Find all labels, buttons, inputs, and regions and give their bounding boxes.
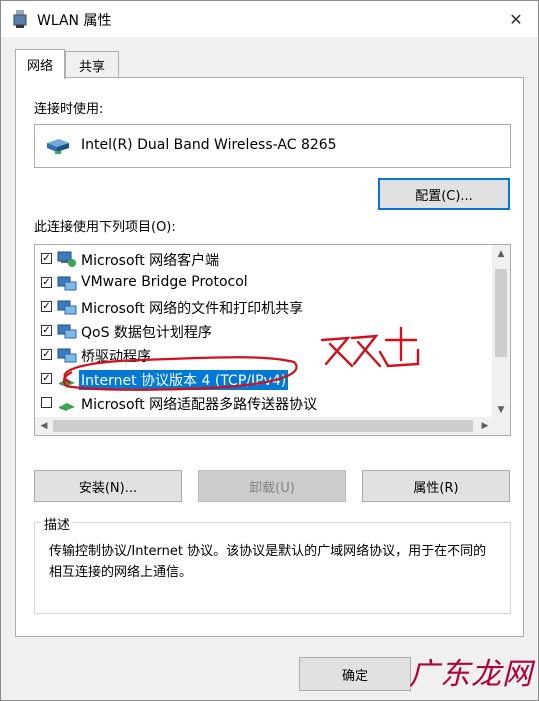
- item-label: QoS 数据包计划程序: [81, 325, 212, 341]
- adapter-box: Intel(R) Dual Band Wireless-AC 8265: [34, 124, 511, 168]
- horizontal-scrollbar[interactable]: ◀ ▶: [35, 417, 494, 435]
- list-item[interactable]: ✓ Microsoft 网络的文件和打印机共享: [35, 295, 490, 319]
- protocol-icon: [57, 394, 77, 416]
- close-button[interactable]: ✕: [494, 1, 538, 37]
- description-title: 描述: [41, 514, 74, 533]
- network-tab-panel: 连接时使用: Intel(R) Dual Band Wireless-AC 82…: [15, 77, 524, 637]
- description-group: 描述 传输控制协议/Internet 协议。该协议是默认的广域网络协议，用于在不…: [34, 514, 511, 614]
- vertical-scrollbar[interactable]: ▲ ▼: [492, 245, 510, 419]
- adapter-name: Intel(R) Dual Band Wireless-AC 8265: [81, 137, 337, 153]
- item-label: Internet 协议版本 4 (TCP/IPv4): [79, 370, 289, 390]
- item-checkbox[interactable]: ✓: [41, 349, 52, 360]
- uninstall-button[interactable]: 卸载(U): [198, 470, 346, 502]
- item-checkbox[interactable]: [41, 397, 52, 408]
- list-item[interactable]: Microsoft 网络适配器多路传送器协议: [35, 391, 490, 415]
- title-bar[interactable]: WLAN 属性 ✕: [1, 1, 538, 37]
- close-icon: ✕: [509, 9, 523, 29]
- tab-strip: 网络 共享: [1, 49, 538, 79]
- components-list[interactable]: ✓ Microsoft 网络客户端 ✓ VMware Bridge Protocol ✓…: [34, 244, 511, 436]
- vertical-scroll-thumb[interactable]: [495, 269, 507, 357]
- item-label: 桥驱动程序: [81, 349, 151, 365]
- item-label: Microsoft 网络客户端: [81, 253, 220, 269]
- list-item[interactable]: ✓ Internet 协议版本 4 (TCP/IPv4): [35, 367, 490, 391]
- list-item[interactable]: ✓ Microsoft 网络客户端: [35, 247, 490, 271]
- network-client-icon: [57, 250, 77, 272]
- item-label: Microsoft 网络的文件和打印机共享: [81, 301, 304, 317]
- list-item[interactable]: ✓ QoS 数据包计划程序: [35, 319, 490, 343]
- network-service-icon: [57, 322, 77, 344]
- tab-sharing[interactable]: 共享: [65, 51, 119, 78]
- network-adapter-icon: [13, 10, 27, 28]
- wlan-properties-dialog: WLAN 属性 ✕ 网络 共享 连接时使用: Intel(R) Dual Ban…: [0, 0, 539, 701]
- connect-using-label: 连接时使用:: [34, 102, 104, 117]
- scroll-left-icon[interactable]: ◀: [35, 417, 53, 435]
- network-service-icon: [57, 346, 77, 368]
- configure-button[interactable]: 配置(C)...: [378, 178, 510, 210]
- tab-network[interactable]: 网络: [15, 49, 65, 79]
- network-adapter-icon: [47, 139, 69, 154]
- watermark: 广东龙网: [409, 657, 533, 692]
- ok-button[interactable]: 确定: [299, 657, 411, 691]
- item-checkbox[interactable]: ✓: [41, 301, 52, 312]
- horizontal-scroll-thumb[interactable]: [53, 420, 473, 432]
- item-checkbox[interactable]: ✓: [41, 325, 52, 336]
- window-title: WLAN 属性: [37, 13, 112, 29]
- item-label: Microsoft 网络适配器多路传送器协议: [81, 397, 318, 413]
- description-text: 传输控制协议/Internet 协议。该协议是默认的广域网络协议，用于在不同的相…: [49, 544, 487, 580]
- item-label: VMware Bridge Protocol: [81, 274, 248, 290]
- list-item[interactable]: ✓ VMware Bridge Protocol: [35, 271, 490, 295]
- item-checkbox[interactable]: ✓: [41, 253, 52, 264]
- install-button[interactable]: 安装(N)...: [34, 470, 182, 502]
- network-service-icon: [57, 274, 77, 296]
- scroll-up-icon[interactable]: ▲: [492, 245, 510, 263]
- item-checkbox[interactable]: ✓: [41, 277, 52, 288]
- scrollbar-corner: [492, 417, 510, 435]
- item-checkbox[interactable]: ✓: [41, 373, 52, 384]
- protocol-icon: [57, 370, 77, 392]
- properties-button[interactable]: 属性(R): [362, 470, 510, 502]
- items-label: 此连接使用下列项目(O):: [34, 220, 176, 235]
- network-service-icon: [57, 298, 77, 320]
- list-item[interactable]: ✓ 桥驱动程序: [35, 343, 490, 367]
